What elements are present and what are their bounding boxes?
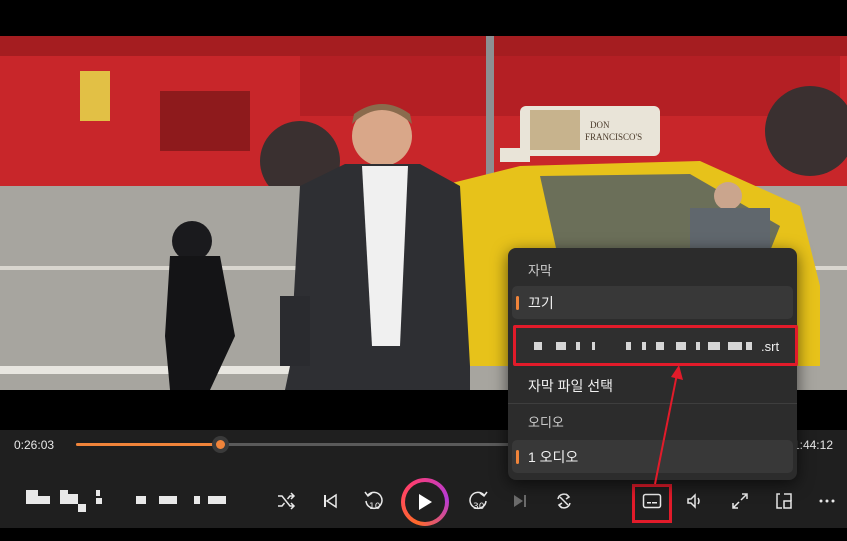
annotation-arrow [654, 365, 683, 485]
